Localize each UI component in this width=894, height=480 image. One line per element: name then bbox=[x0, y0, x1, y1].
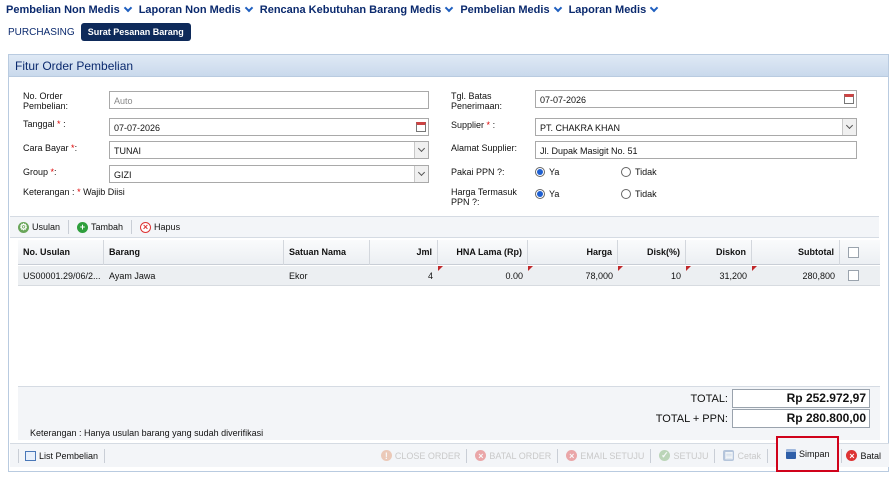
close-order-icon: ! bbox=[380, 450, 392, 461]
harga-ppn-ya[interactable]: Ya bbox=[535, 188, 559, 199]
col-hna[interactable]: HNA Lama (Rp) bbox=[438, 240, 528, 265]
supplier-select[interactable]: PT. CHAKRA KHAN bbox=[535, 118, 857, 136]
cell-diskon[interactable]: 31,200 bbox=[686, 266, 752, 286]
panel-title: Fitur Order Pembelian bbox=[9, 55, 888, 77]
tanggal-input[interactable]: 07-07-2026 bbox=[109, 118, 429, 136]
no-order-input[interactable]: Auto bbox=[109, 91, 429, 109]
cell-harga[interactable]: 78,000 bbox=[528, 266, 618, 286]
pakai-ppn-ya[interactable]: Ya bbox=[535, 166, 559, 177]
setuju-button[interactable]: ✓ SETUJU bbox=[659, 450, 708, 461]
col-disk[interactable]: Disk(%) bbox=[618, 240, 686, 265]
chevron-down-icon bbox=[649, 3, 659, 13]
radio-selected[interactable] bbox=[535, 188, 545, 199]
hapus-button[interactable]: × Hapus bbox=[140, 221, 180, 233]
summary-area: TOTAL: Rp 252.972,97 TOTAL + PPN: Rp 280… bbox=[18, 386, 880, 440]
chevron-down-icon[interactable] bbox=[414, 166, 428, 182]
total-ppn-label: TOTAL + PPN: bbox=[655, 413, 728, 425]
col-harga[interactable]: Harga bbox=[528, 240, 618, 265]
radio-selected[interactable] bbox=[535, 166, 545, 177]
table-header: No. Usulan Barang Satuan Nama Jml HNA La… bbox=[18, 240, 880, 265]
subnav-surat-pesanan[interactable]: Surat Pesanan Barang bbox=[80, 23, 191, 41]
cell-satuan: Ekor bbox=[289, 271, 308, 281]
pakai-ppn-tidak[interactable]: Tidak bbox=[621, 166, 657, 177]
menu-pembelian-medis[interactable]: Pembelian Medis bbox=[460, 3, 562, 16]
tambah-button[interactable]: + Tambah bbox=[77, 221, 123, 233]
chevron-down-icon bbox=[553, 3, 562, 13]
chevron-down-icon[interactable] bbox=[414, 142, 428, 158]
delete-icon: × bbox=[140, 221, 152, 233]
cara-bayar-select[interactable]: TUNAI bbox=[109, 141, 429, 159]
printer-icon: ▤ bbox=[723, 450, 735, 461]
cell-subtotal: 280,800 bbox=[752, 266, 840, 286]
cancel-icon: × bbox=[846, 450, 858, 461]
col-satuan[interactable]: Satuan Nama bbox=[284, 240, 370, 265]
col-diskon[interactable]: Diskon bbox=[686, 240, 752, 265]
list-icon bbox=[25, 450, 36, 461]
col-jml[interactable]: Jml bbox=[370, 240, 438, 265]
cancel-icon: × bbox=[475, 450, 487, 461]
select-all-checkbox[interactable] bbox=[848, 247, 859, 258]
calendar-icon[interactable] bbox=[414, 120, 427, 134]
simpan-button[interactable]: Simpan bbox=[775, 435, 840, 472]
cell-no-usulan: US00001.29/06/2... bbox=[23, 271, 101, 281]
save-icon bbox=[785, 448, 796, 459]
total-ppn-value: Rp 280.800,00 bbox=[732, 409, 870, 428]
cell-hna[interactable]: 0.00 bbox=[438, 266, 528, 286]
usulan-icon: ⚙ bbox=[18, 221, 29, 233]
keterangan-wajib: Keterangan : * Wajib Diisi bbox=[23, 187, 125, 197]
pakai-ppn-label: Pakai PPN ?: bbox=[451, 167, 505, 177]
tgl-batas-label: Tgl. Batas Penerimaan: bbox=[451, 91, 503, 111]
chevron-down-icon bbox=[123, 3, 132, 13]
calendar-icon[interactable] bbox=[842, 92, 855, 106]
chevron-down-icon bbox=[244, 3, 254, 13]
menu-laporan-non-medis[interactable]: Laporan Non Medis bbox=[139, 3, 254, 16]
keterangan-note: Keterangan : Hanya usulan barang yang su… bbox=[30, 428, 264, 438]
harga-ppn-label: Harga Termasuk PPN ?: bbox=[451, 187, 517, 207]
grid-toolbar: ⚙ Usulan + Tambah × Hapus bbox=[10, 216, 879, 238]
cell-disk[interactable]: 10 bbox=[618, 266, 686, 286]
group-label: Group *: bbox=[23, 167, 57, 177]
chevron-down-icon[interactable] bbox=[842, 119, 856, 135]
total-label: TOTAL: bbox=[690, 393, 729, 405]
total-value: Rp 252.972,97 bbox=[732, 389, 870, 408]
tanggal-label: Tanggal * : bbox=[23, 119, 66, 129]
group-select[interactable]: GIZI bbox=[109, 165, 429, 183]
batal-button[interactable]: × Batal bbox=[846, 450, 881, 461]
menu-pembelian-non-medis[interactable]: Pembelian Non Medis bbox=[6, 3, 132, 16]
alamat-input[interactable]: Jl. Dupak Masigit No. 51 bbox=[535, 141, 857, 159]
row-checkbox[interactable] bbox=[848, 270, 859, 281]
col-no-usulan[interactable]: No. Usulan bbox=[18, 240, 104, 265]
email-icon: × bbox=[566, 450, 578, 461]
tgl-batas-input[interactable]: 07-07-2026 bbox=[535, 90, 857, 108]
cell-jml[interactable]: 4 bbox=[370, 266, 438, 286]
alamat-label: Alamat Supplier: bbox=[451, 143, 518, 153]
batal-order-button[interactable]: × BATAL ORDER bbox=[475, 450, 551, 461]
cara-bayar-label: Cara Bayar *: bbox=[23, 143, 78, 153]
email-setuju-button[interactable]: × EMAIL SETUJU bbox=[566, 450, 644, 461]
subnav-purchasing[interactable]: PURCHASING bbox=[8, 27, 75, 38]
menu-rencana-kebutuhan[interactable]: Rencana Kebutuhan Barang Medis bbox=[260, 3, 454, 16]
cetak-button[interactable]: ▤ Cetak bbox=[723, 450, 761, 461]
table-row[interactable]: US00001.29/06/2... Ayam Jawa Ekor 4 0.00… bbox=[18, 266, 880, 286]
no-order-label: No. Order Pembelian: bbox=[23, 91, 69, 111]
col-barang[interactable]: Barang bbox=[104, 240, 284, 265]
radio-unselected[interactable] bbox=[621, 188, 631, 199]
plus-icon: + bbox=[77, 221, 89, 233]
cell-barang: Ayam Jawa bbox=[109, 271, 156, 281]
top-menu: Pembelian Non Medis Laporan Non Medis Re… bbox=[0, 0, 894, 20]
breadcrumb: PURCHASING Surat Pesanan Barang bbox=[0, 22, 191, 42]
col-subtotal[interactable]: Subtotal bbox=[752, 240, 840, 265]
check-icon: ✓ bbox=[659, 450, 671, 461]
list-pembelian-button[interactable]: List Pembelian bbox=[25, 450, 98, 461]
menu-laporan-medis[interactable]: Laporan Medis bbox=[569, 3, 659, 16]
supplier-label: Supplier * : bbox=[451, 120, 496, 130]
usulan-button[interactable]: ⚙ Usulan bbox=[18, 221, 60, 233]
harga-ppn-tidak[interactable]: Tidak bbox=[621, 188, 657, 199]
bottom-toolbar: List Pembelian ! CLOSE ORDER × BATAL ORDER… bbox=[10, 435, 889, 472]
close-order-button[interactable]: ! CLOSE ORDER bbox=[380, 450, 460, 461]
radio-unselected[interactable] bbox=[621, 166, 631, 177]
chevron-down-icon bbox=[445, 3, 454, 13]
